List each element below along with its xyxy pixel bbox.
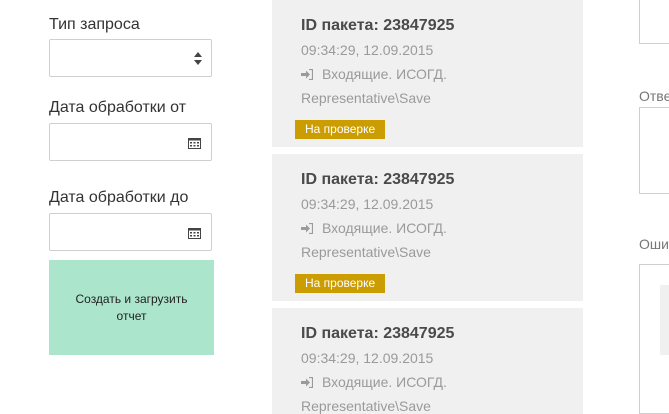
package-path: Representative\Save [301, 90, 431, 106]
package-card[interactable]: ID пакета: 23847925 09:34:29, 12.09.2015… [272, 0, 583, 147]
package-time: 09:34:29, 12.09.2015 [301, 196, 434, 212]
package-title: ID пакета: 23847925 [301, 17, 455, 34]
request-type-label: Тип запроса [49, 16, 140, 33]
package-path: Representative\Save [301, 244, 431, 260]
sign-in-icon [301, 376, 313, 388]
package-card[interactable]: ID пакета: 23847925 09:34:29, 12.09.2015… [272, 154, 583, 301]
response-label: Отве [639, 88, 669, 104]
package-card[interactable]: ID пакета: 23847925 09:34:29, 12.09.2015… [272, 308, 583, 414]
package-title: ID пакета: 23847925 [301, 325, 455, 342]
date-from-label: Дата обработки от [49, 99, 187, 116]
package-type: Входящие. ИСОГД. [322, 220, 447, 236]
status-badge: На проверке [295, 274, 386, 293]
request-type-select[interactable] [49, 39, 212, 77]
package-type: Входящие. ИСОГД. [322, 66, 447, 82]
calendar-icon[interactable] [188, 137, 201, 149]
errors-label: Оши [639, 236, 669, 252]
select-arrows-icon [194, 52, 202, 66]
package-type-row: Входящие. ИСОГД. [301, 374, 447, 390]
package-time: 09:34:29, 12.09.2015 [301, 350, 434, 366]
package-path: Representative\Save [301, 398, 431, 414]
status-badge: На проверке [295, 120, 386, 139]
date-to-label: Дата обработки до [49, 189, 189, 206]
date-from-field[interactable] [49, 123, 212, 161]
errors-field[interactable] [639, 264, 669, 414]
package-type: Входящие. ИСОГД. [322, 374, 447, 390]
right-field-1[interactable] [639, 0, 669, 44]
date-to-field[interactable] [49, 213, 212, 251]
package-type-row: Входящие. ИСОГД. [301, 220, 447, 236]
sign-in-icon [301, 68, 313, 80]
create-report-button[interactable]: Создать и загрузить отчет [49, 260, 214, 355]
calendar-icon[interactable] [188, 227, 201, 239]
package-title: ID пакета: 23847925 [301, 171, 455, 188]
package-time: 09:34:29, 12.09.2015 [301, 42, 434, 58]
errors-inner-block [660, 285, 669, 355]
sign-in-icon [301, 222, 313, 234]
response-field[interactable] [639, 107, 669, 194]
package-type-row: Входящие. ИСОГД. [301, 66, 447, 82]
